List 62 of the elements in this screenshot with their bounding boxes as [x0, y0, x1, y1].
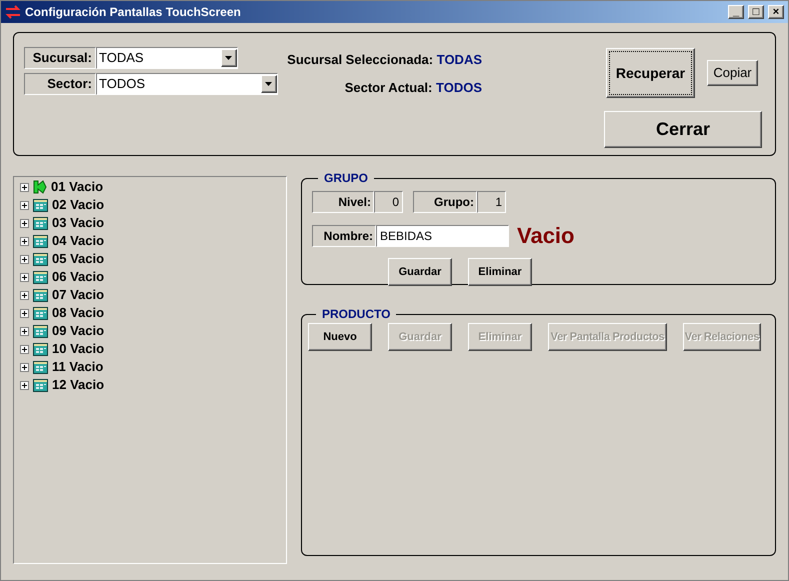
dropdown[interactable]: TODAS: [96, 47, 238, 69]
expand-icon: [20, 326, 29, 336]
cerrar-button[interactable]: Cerrar: [604, 111, 762, 148]
action-button[interactable]: Nuevo: [308, 323, 372, 351]
expand-icon: [20, 272, 29, 282]
recuperar-button[interactable]: Recuperar: [606, 48, 695, 98]
app-icon: [5, 5, 21, 19]
window-control-button[interactable]: □: [748, 5, 764, 19]
tree-item[interactable]: 12 Vacio: [20, 376, 286, 394]
window-icon: [33, 288, 48, 302]
expand-icon: [20, 344, 29, 354]
window-icon: [33, 270, 48, 284]
expand-icon: [20, 308, 29, 318]
expand-icon: [20, 182, 29, 192]
field-label: Grupo:: [413, 191, 477, 213]
field-label: Sector:: [24, 73, 96, 95]
window-control-button[interactable]: ×: [768, 5, 784, 19]
field-label: Sucursal:: [24, 47, 96, 69]
tree-item[interactable]: 11 Vacio: [20, 358, 286, 376]
expand-icon: [20, 380, 29, 390]
window-icon: [33, 324, 48, 338]
tree-item[interactable]: 10 Vacio: [20, 340, 286, 358]
field-label: Nombre:: [312, 224, 376, 246]
tree-item[interactable]: 09 Vacio: [20, 322, 286, 340]
tree-item[interactable]: 03 Vacio: [20, 214, 286, 232]
expand-icon: [20, 290, 29, 300]
tree-item[interactable]: 07 Vacio: [20, 286, 286, 304]
tree-item[interactable]: 01 Vacio: [20, 178, 286, 196]
nivel-value: 0: [374, 191, 403, 213]
window-icon: [33, 342, 48, 356]
window-icon: [33, 216, 48, 230]
copiar-button[interactable]: Copiar: [707, 60, 758, 86]
tree-item[interactable]: 08 Vacio: [20, 304, 286, 322]
action-button[interactable]: Guardar: [388, 258, 452, 286]
tree-item[interactable]: 06 Vacio: [20, 268, 286, 286]
panel-title: PRODUCTO: [321, 306, 392, 323]
expand-icon: [20, 236, 29, 246]
expand-icon: [20, 362, 29, 372]
status-text: Sector Actual: TODOS: [344, 78, 482, 96]
window-icon: [33, 252, 48, 266]
status-text: Vacio: [517, 222, 574, 250]
expand-icon: [20, 218, 29, 228]
window-icon: [33, 360, 48, 374]
action-button[interactable]: Eliminar: [468, 258, 532, 286]
window-control-button[interactable]: _: [728, 5, 744, 19]
field-label: Nivel:: [312, 191, 374, 213]
nombre-field[interactable]: BEBIDAS: [376, 224, 509, 246]
expand-icon: [20, 200, 29, 210]
status-text: Sucursal Seleccionada: TODAS: [287, 51, 482, 69]
expand-icon: [20, 254, 29, 264]
tree-item[interactable]: 02 Vacio: [20, 196, 286, 214]
tree-item[interactable]: 04 Vacio: [20, 232, 286, 250]
arrow-icon: [33, 180, 47, 194]
window-title: Configuración Pantallas TouchScreen: [25, 4, 242, 21]
grupo-value: 1: [477, 191, 506, 213]
window-icon: [33, 378, 48, 392]
tree-item[interactable]: 05 Vacio: [20, 250, 286, 268]
window-icon: [33, 234, 48, 248]
window-icon: [33, 306, 48, 320]
panel-title: GRUPO: [323, 170, 370, 187]
window-icon: [33, 198, 48, 212]
dropdown[interactable]: TODOS: [96, 73, 278, 95]
